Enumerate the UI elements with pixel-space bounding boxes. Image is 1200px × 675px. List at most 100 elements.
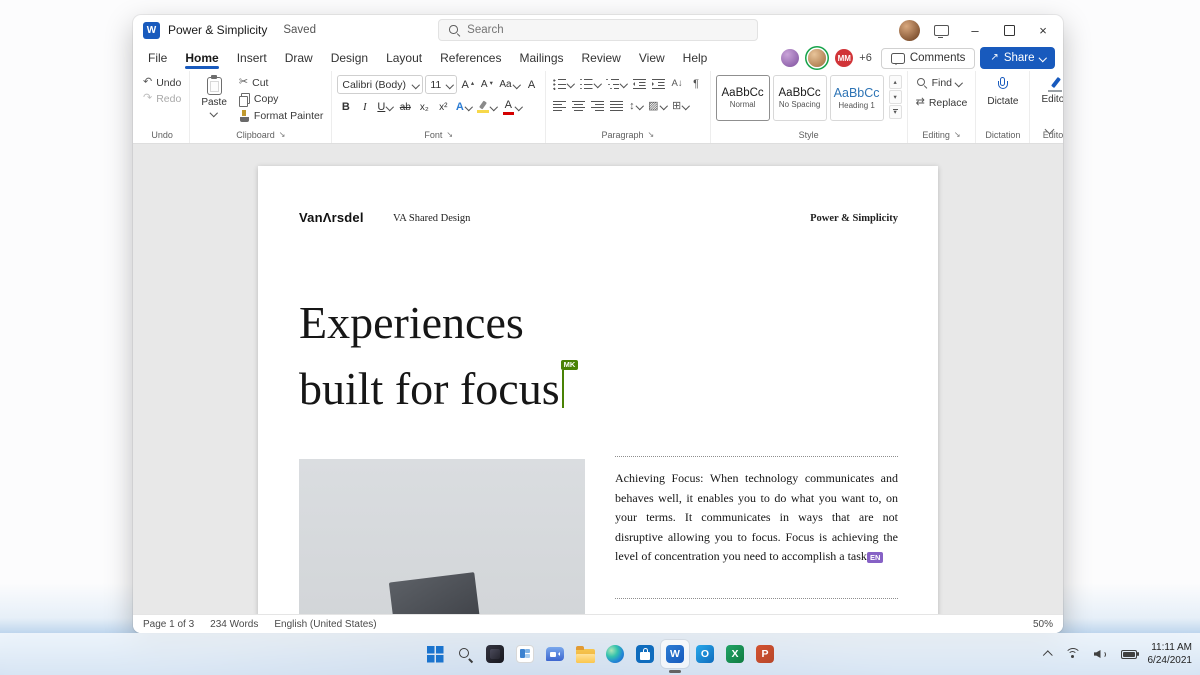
underline-button[interactable]: U [375,98,394,116]
taskbar-search-button[interactable] [451,640,479,668]
shading-button[interactable]: ▨ [646,97,668,115]
bold-button[interactable]: B [337,98,354,116]
align-left-button[interactable] [551,97,568,115]
taskbar-task-view-button[interactable] [481,640,509,668]
clear-formatting-button[interactable]: A [523,76,540,94]
grow-font-button[interactable]: A ▴ [459,76,476,94]
subscript-button[interactable]: x₂ [416,98,433,116]
document-image[interactable] [299,459,585,614]
copy-button[interactable]: Copy [236,91,326,107]
document-page[interactable]: VanΛrsdel VA Shared Design Power & Simpl… [258,166,938,614]
tray-overflow-button[interactable] [1042,649,1054,660]
close-button[interactable]: × [1027,16,1059,44]
volume-button[interactable] [1092,646,1110,662]
presence-avatar-1[interactable] [781,49,800,67]
dictate-button[interactable]: Dictate [981,75,1024,109]
tab-help[interactable]: Help [674,48,717,68]
taskbar-chat-button[interactable] [541,640,569,668]
tab-view[interactable]: View [630,48,674,68]
tab-references[interactable]: References [431,48,510,68]
document-canvas[interactable]: VanΛrsdel VA Shared Design Power & Simpl… [133,144,1063,614]
paste-button[interactable]: Paste [195,75,233,118]
font-dialog-launcher[interactable]: ↘ [446,131,453,139]
redo-button[interactable]: ↷ Redo [140,91,184,106]
tab-draw[interactable]: Draw [276,48,322,68]
page-indicator[interactable]: Page 1 of 3 [143,619,194,630]
paragraph-dialog-launcher[interactable]: ↘ [648,131,655,139]
taskbar-word-button[interactable]: W [661,640,689,668]
highlight-button[interactable] [475,98,499,116]
network-button[interactable] [1063,646,1083,662]
presence-overflow[interactable]: +6 [859,52,872,64]
borders-button[interactable]: ⊞ [670,97,691,115]
undo-button[interactable]: ↶ Undo [140,75,184,90]
tab-design[interactable]: Design [322,48,377,68]
editing-dialog-launcher[interactable]: ↘ [954,131,961,139]
taskbar-excel-button[interactable]: X [721,640,749,668]
font-color-button[interactable]: A [501,98,524,116]
taskbar-clock[interactable]: 11:11 AM 6/24/2021 [1148,641,1193,667]
style-no-spacing[interactable]: AaBbCc No Spacing [772,75,827,121]
style-gallery-down-button[interactable]: ▾ [888,90,902,104]
font-family-combo[interactable]: Calibri (Body) [337,75,424,94]
save-status[interactable]: Saved [277,23,322,37]
style-normal[interactable]: AaBbCc Normal [715,75,770,121]
style-gallery-up-button[interactable]: ▴ [888,75,902,89]
minimize-button[interactable]: – [959,16,991,44]
taskbar-store-button[interactable] [631,640,659,668]
clipboard-dialog-launcher[interactable]: ↘ [279,131,286,139]
text-effects-button[interactable]: A [454,98,473,116]
sort-button[interactable]: A↓ [669,75,686,93]
taskbar-outlook-button[interactable]: O [691,640,719,668]
shrink-font-button[interactable]: A ▾ [478,76,495,94]
taskbar-file-explorer-button[interactable] [571,640,599,668]
tab-insert[interactable]: Insert [228,48,276,68]
presence-avatar-mm[interactable]: MM [835,49,854,67]
tab-layout[interactable]: Layout [377,48,431,68]
numbered-list-button[interactable] [578,75,603,93]
search-box[interactable] [438,19,758,41]
tab-review[interactable]: Review [573,48,630,68]
taskbar-powerpoint-button[interactable]: P [751,640,779,668]
format-painter-button[interactable]: Format Painter [236,108,326,124]
present-button[interactable] [925,16,957,44]
align-center-button[interactable] [570,97,587,115]
taskbar-edge-button[interactable] [601,640,629,668]
zoom-level[interactable]: 50% [1033,619,1053,630]
tab-mailings[interactable]: Mailings [510,48,572,68]
cut-button[interactable]: ✂ Cut [236,75,326,90]
battery-button[interactable] [1119,648,1139,661]
font-size-combo[interactable]: 11 [425,75,458,94]
replace-button[interactable]: ⇄ Replace [913,95,971,110]
collapse-ribbon-button[interactable] [1044,119,1055,138]
share-button[interactable]: ↗ Share [980,47,1055,69]
editor-button[interactable]: Editor [1035,75,1063,107]
account-button[interactable] [895,16,923,44]
taskbar-start-button[interactable] [421,640,449,668]
bullet-list-button[interactable] [551,75,576,93]
align-right-button[interactable] [589,97,606,115]
multilevel-list-button[interactable] [604,75,629,93]
tab-home[interactable]: Home [176,48,227,69]
style-gallery-more-button[interactable]: ▾ [888,105,902,119]
comments-button[interactable]: Comments [880,47,976,69]
strikethrough-icon: ab [399,101,411,113]
find-button[interactable]: Find [913,75,965,90]
show-paragraph-marks-button[interactable]: ¶ [688,75,705,93]
line-spacing-button[interactable]: ↕ [627,97,644,115]
word-count[interactable]: 234 Words [210,619,258,630]
increase-indent-button[interactable] [650,75,667,93]
style-heading-1[interactable]: AaBbCc Heading 1 [829,75,884,121]
italic-button[interactable]: I [356,98,373,116]
justify-button[interactable] [608,97,625,115]
decrease-indent-button[interactable] [631,75,648,93]
change-case-button[interactable]: Aa [497,76,521,94]
presence-avatar-2[interactable] [808,49,827,67]
superscript-button[interactable]: x² [435,98,452,116]
language-indicator[interactable]: English (United States) [274,619,376,630]
taskbar-widgets-button[interactable] [511,640,539,668]
tab-file[interactable]: File [139,48,176,68]
strikethrough-button[interactable]: ab [397,98,414,116]
maximize-button[interactable] [993,16,1025,44]
search-input[interactable] [465,23,748,37]
